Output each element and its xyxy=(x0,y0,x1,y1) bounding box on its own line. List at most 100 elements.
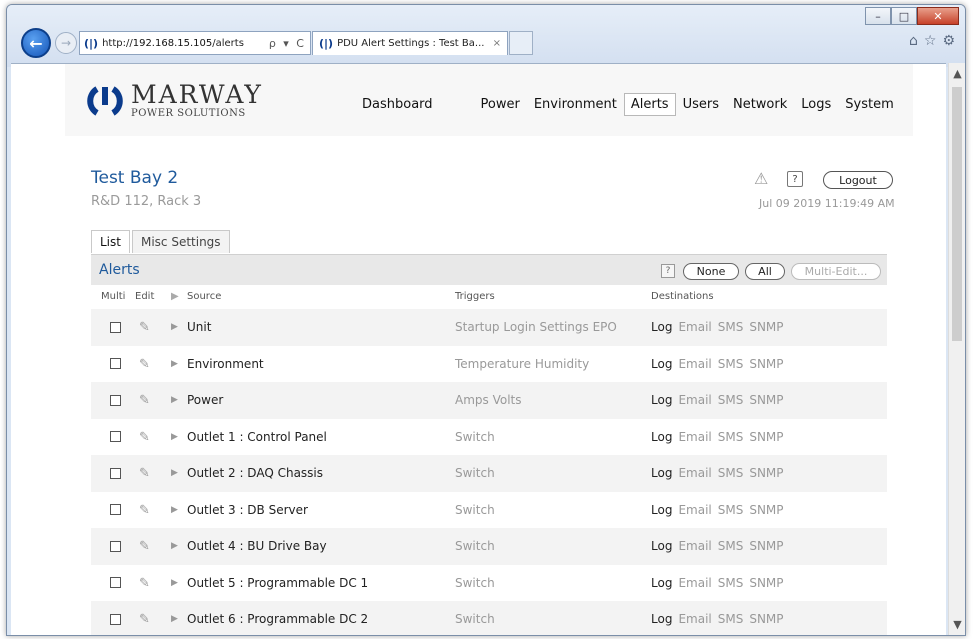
expand-arrow-icon[interactable]: ▶ xyxy=(171,614,178,624)
dest-email[interactable]: Email xyxy=(678,320,711,334)
dest-log[interactable]: Log xyxy=(651,466,672,480)
star-icon[interactable]: ☆ xyxy=(924,33,937,49)
nav-logs[interactable]: Logs xyxy=(794,93,838,116)
dest-sms[interactable]: SMS xyxy=(718,393,744,407)
marway-logo[interactable]: MARWAY POWER SOLUTIONS xyxy=(87,82,263,119)
dest-snmp[interactable]: SNMP xyxy=(749,357,783,371)
row-checkbox[interactable] xyxy=(110,540,121,552)
scroll-thumb[interactable] xyxy=(952,87,962,341)
edit-icon[interactable]: ✎ xyxy=(139,430,155,445)
dest-sms[interactable]: SMS xyxy=(718,576,744,590)
row-source[interactable]: Outlet 6 : Programmable DC 2 xyxy=(187,612,368,626)
dest-snmp[interactable]: SNMP xyxy=(749,320,783,334)
dest-log[interactable]: Log xyxy=(651,576,672,590)
nav-power[interactable]: Power xyxy=(474,93,527,116)
tab-close-icon[interactable]: × xyxy=(493,38,501,49)
dest-email[interactable]: Email xyxy=(678,503,711,517)
dest-email[interactable]: Email xyxy=(678,430,711,444)
col-source-arrow-icon[interactable]: ▶ xyxy=(171,291,179,302)
nav-environment[interactable]: Environment xyxy=(527,93,624,116)
tab-misc-settings[interactable]: Misc Settings xyxy=(131,230,230,253)
help-button[interactable]: ? xyxy=(787,171,803,187)
expand-arrow-icon[interactable]: ▶ xyxy=(171,395,178,405)
dest-log[interactable]: Log xyxy=(651,539,672,553)
edit-icon[interactable]: ✎ xyxy=(139,539,155,554)
vertical-scrollbar[interactable]: ▲ ▼ xyxy=(948,63,965,635)
dest-snmp[interactable]: SNMP xyxy=(749,430,783,444)
row-checkbox[interactable] xyxy=(110,504,121,516)
select-none-button[interactable]: None xyxy=(683,263,739,280)
row-source[interactable]: Outlet 3 : DB Server xyxy=(187,503,308,517)
edit-icon[interactable]: ✎ xyxy=(139,466,155,481)
row-source[interactable]: Outlet 4 : BU Drive Bay xyxy=(187,539,327,553)
expand-arrow-icon[interactable]: ▶ xyxy=(171,432,178,442)
home-icon[interactable]: ⌂ xyxy=(909,33,918,49)
close-icon[interactable]: ✕ xyxy=(917,7,959,25)
row-checkbox[interactable] xyxy=(110,467,121,479)
maximize-icon[interactable]: □ xyxy=(891,7,917,25)
address-tools[interactable]: ρ ▾ C xyxy=(269,37,306,50)
dest-email[interactable]: Email xyxy=(678,357,711,371)
back-arrow-icon[interactable]: ← xyxy=(21,28,51,58)
scroll-down-icon[interactable]: ▼ xyxy=(949,616,965,633)
dest-email[interactable]: Email xyxy=(678,466,711,480)
dest-snmp[interactable]: SNMP xyxy=(749,466,783,480)
nav-users[interactable]: Users xyxy=(676,93,726,116)
dest-snmp[interactable]: SNMP xyxy=(749,503,783,517)
edit-icon[interactable]: ✎ xyxy=(139,393,155,408)
minimize-icon[interactable]: – xyxy=(865,7,891,25)
row-source[interactable]: Unit xyxy=(187,320,211,334)
expand-arrow-icon[interactable]: ▶ xyxy=(171,578,178,588)
expand-arrow-icon[interactable]: ▶ xyxy=(171,359,178,369)
warning-icon[interactable]: ⚠ xyxy=(754,169,768,188)
row-checkbox[interactable] xyxy=(110,577,121,589)
edit-icon[interactable]: ✎ xyxy=(139,357,155,372)
nav-network[interactable]: Network xyxy=(726,93,794,116)
dest-sms[interactable]: SMS xyxy=(718,357,744,371)
nav-system[interactable]: System xyxy=(838,93,900,116)
address-url[interactable]: http://192.168.15.105/alerts xyxy=(102,38,265,49)
browser-tab[interactable]: (|) PDU Alert Settings : Test Ba... × xyxy=(312,31,508,55)
dest-log[interactable]: Log xyxy=(651,357,672,371)
row-source[interactable]: Outlet 2 : DAQ Chassis xyxy=(187,466,323,480)
dest-sms[interactable]: SMS xyxy=(718,539,744,553)
dest-log[interactable]: Log xyxy=(651,503,672,517)
dest-sms[interactable]: SMS xyxy=(718,430,744,444)
dest-snmp[interactable]: SNMP xyxy=(749,539,783,553)
nav-alerts[interactable]: Alerts xyxy=(623,93,676,116)
scroll-up-icon[interactable]: ▲ xyxy=(949,65,965,82)
edit-icon[interactable]: ✎ xyxy=(139,612,155,627)
dest-log[interactable]: Log xyxy=(651,320,672,334)
dest-sms[interactable]: SMS xyxy=(718,612,744,626)
dest-email[interactable]: Email xyxy=(678,612,711,626)
row-source[interactable]: Outlet 5 : Programmable DC 1 xyxy=(187,576,368,590)
expand-arrow-icon[interactable]: ▶ xyxy=(171,505,178,515)
row-checkbox[interactable] xyxy=(110,394,121,406)
row-checkbox[interactable] xyxy=(110,321,121,333)
dest-email[interactable]: Email xyxy=(678,539,711,553)
dest-email[interactable]: Email xyxy=(678,393,711,407)
edit-icon[interactable]: ✎ xyxy=(139,320,155,335)
row-source[interactable]: Outlet 1 : Control Panel xyxy=(187,430,327,444)
dest-log[interactable]: Log xyxy=(651,393,672,407)
gear-icon[interactable]: ⚙ xyxy=(942,33,955,49)
dest-snmp[interactable]: SNMP xyxy=(749,612,783,626)
dest-log[interactable]: Log xyxy=(651,430,672,444)
row-source[interactable]: Power xyxy=(187,393,223,407)
select-all-button[interactable]: All xyxy=(745,263,785,280)
dest-sms[interactable]: SMS xyxy=(718,503,744,517)
dest-log[interactable]: Log xyxy=(651,612,672,626)
forward-arrow-icon[interactable]: → xyxy=(55,32,77,54)
edit-icon[interactable]: ✎ xyxy=(139,576,155,591)
expand-arrow-icon[interactable]: ▶ xyxy=(171,322,178,332)
logout-button[interactable]: Logout xyxy=(823,171,893,189)
row-source[interactable]: Environment xyxy=(187,357,264,371)
dest-sms[interactable]: SMS xyxy=(718,320,744,334)
edit-icon[interactable]: ✎ xyxy=(139,503,155,518)
expand-arrow-icon[interactable]: ▶ xyxy=(171,468,178,478)
expand-arrow-icon[interactable]: ▶ xyxy=(171,541,178,551)
multi-edit-button[interactable]: Multi-Edit... xyxy=(791,263,881,280)
nav-dashboard[interactable]: Dashboard xyxy=(355,93,440,116)
row-checkbox[interactable] xyxy=(110,613,121,625)
row-checkbox[interactable] xyxy=(110,358,121,370)
